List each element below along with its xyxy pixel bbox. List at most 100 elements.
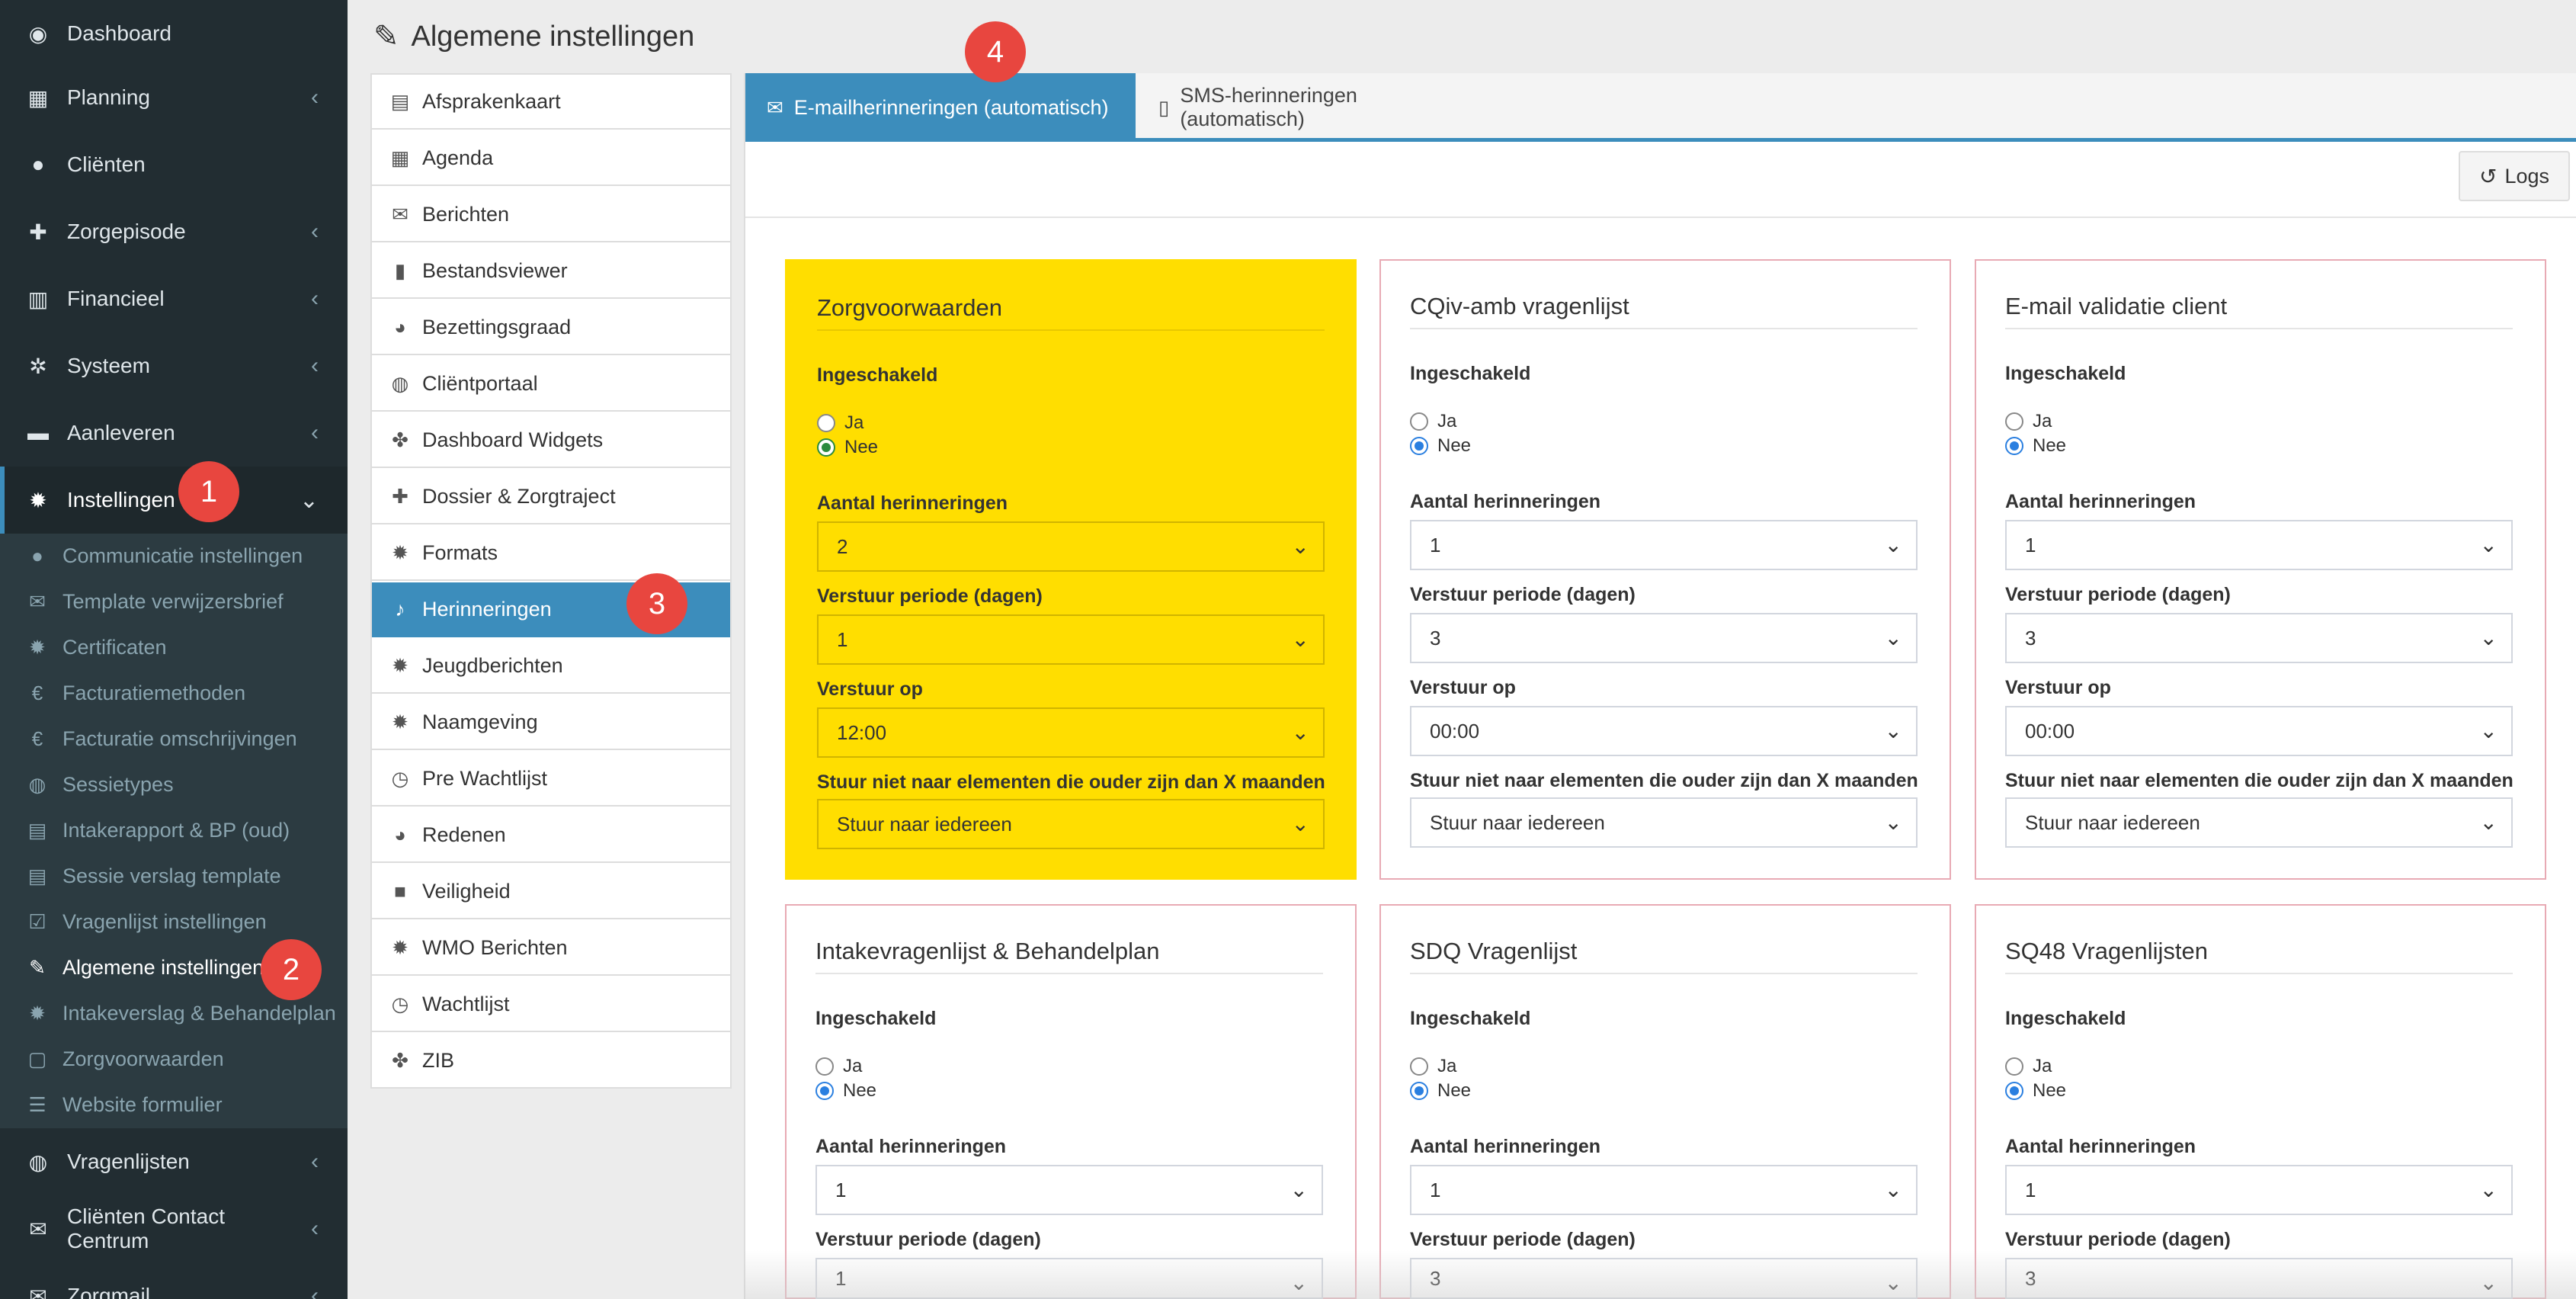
radio-circle[interactable] bbox=[1410, 1057, 1428, 1076]
radio-ja[interactable]: Ja bbox=[2005, 1055, 2052, 1078]
radio-circle[interactable] bbox=[1410, 412, 1428, 431]
count-select[interactable]: 1 ⌄ bbox=[1410, 1165, 1918, 1215]
count-select[interactable]: 2 ⌄ bbox=[817, 521, 1325, 572]
settings-item-wachtlijst[interactable]: ◷ Wachtlijst bbox=[372, 977, 730, 1032]
select-value: 1 bbox=[837, 627, 848, 651]
radio-circle[interactable] bbox=[815, 1057, 834, 1076]
radio-nee[interactable]: Nee bbox=[817, 436, 878, 459]
tab-sms-reminders[interactable]: ▯ SMS-herinneringen (automatisch) bbox=[1137, 73, 1503, 142]
subnav-item-template-verwijzersbrief[interactable]: ✉ Template verwijzersbrief bbox=[0, 579, 348, 624]
settings-item-agenda[interactable]: ▦ Agenda bbox=[372, 131, 730, 186]
radio-circle[interactable] bbox=[817, 414, 835, 432]
settings-item-label: Bestandsviewer bbox=[422, 258, 568, 282]
subnav-item-vragenlijst-instellingen[interactable]: ☑ Vragenlijst instellingen bbox=[0, 900, 348, 944]
sidebar-item-systeem[interactable]: ✲ Systeem ‹ bbox=[0, 332, 348, 399]
subnav-item-facturatie-omschrijvingen[interactable]: € Facturatie omschrijvingen bbox=[0, 717, 348, 761]
radio-nee[interactable]: Nee bbox=[1410, 1079, 1471, 1102]
radio-nee[interactable]: Nee bbox=[2005, 1079, 2066, 1102]
settings-item-bestandsviewer[interactable]: ▮ Bestandsviewer bbox=[372, 244, 730, 299]
radio-circle[interactable] bbox=[2005, 412, 2023, 431]
clock-icon: ◷ bbox=[391, 766, 409, 790]
count-select[interactable]: 1 ⌄ bbox=[2005, 1165, 2513, 1215]
radio-nee[interactable]: Nee bbox=[815, 1079, 876, 1102]
subnav-item-sessie-verslag-template[interactable]: ▤ Sessie verslag template bbox=[0, 854, 348, 898]
subnav-item-facturatiemethoden[interactable]: € Facturatiemethoden bbox=[0, 671, 348, 715]
reminder-card-cqiv-amb: CQiv-amb vragenlijst Ingeschakeld Ja Nee… bbox=[1379, 259, 1951, 880]
settings-item-formats[interactable]: ✹ Formats bbox=[372, 526, 730, 581]
sidebar-item-financieel[interactable]: ▥ Financieel ‹ bbox=[0, 265, 348, 332]
radio-circle[interactable] bbox=[815, 1082, 834, 1100]
settings-item-veiligheid[interactable]: ■ Veiligheid bbox=[372, 864, 730, 919]
radio-circle[interactable] bbox=[2005, 1057, 2023, 1076]
count-select[interactable]: 1 ⌄ bbox=[815, 1165, 1323, 1215]
cogs-icon: ✲ bbox=[29, 354, 47, 378]
tab-email-reminders[interactable]: ✉ E-mailherinneringen (automatisch) bbox=[745, 73, 1136, 142]
envelope-icon: ✉ bbox=[29, 1217, 47, 1241]
sidebar-item-instellingen[interactable]: ✹ Instellingen ⌄ bbox=[0, 467, 348, 534]
sidebar-item-planning[interactable]: ▦ Planning ‹ bbox=[0, 64, 348, 131]
radio-circle[interactable] bbox=[1410, 437, 1428, 455]
radio-circle[interactable] bbox=[2005, 437, 2023, 455]
sidebar-item-zorgmail[interactable]: ✉ Zorgmail ‹ bbox=[0, 1262, 348, 1299]
settings-item-pre-wachtlijst[interactable]: ◷ Pre Wachtlijst bbox=[372, 752, 730, 807]
radio-circle[interactable] bbox=[2005, 1082, 2023, 1100]
settings-item-dashboard-widgets[interactable]: ✤ Dashboard Widgets bbox=[372, 413, 730, 468]
subnav-item-website-formulier[interactable]: ☰ Website formulier bbox=[0, 1082, 348, 1127]
radio-ja[interactable]: Ja bbox=[1410, 1055, 1456, 1078]
page-title: Algemene instellingen bbox=[411, 20, 695, 53]
settings-item-bezettingsgraad[interactable]: ◕ Bezettingsgraad bbox=[372, 300, 730, 355]
settings-item-label: Dossier & Zorgtraject bbox=[422, 484, 616, 508]
settings-item-berichten[interactable]: ✉ Berichten bbox=[372, 188, 730, 242]
period-select[interactable]: 1 ⌄ bbox=[817, 614, 1325, 665]
calendar-icon: ▦ bbox=[390, 146, 410, 169]
period-label: Verstuur periode (dagen) bbox=[817, 585, 1043, 607]
sidebar-item-dashboard[interactable]: ◉ Dashboard bbox=[0, 0, 348, 67]
radio-ja[interactable]: Ja bbox=[2005, 410, 2052, 433]
radio-circle[interactable] bbox=[1410, 1082, 1428, 1100]
settings-item-zib[interactable]: ✤ ZIB bbox=[372, 1034, 730, 1089]
settings-item-naamgeving[interactable]: ✹ Naamgeving bbox=[372, 695, 730, 750]
sidebar-item-vragenlijsten[interactable]: ◍ Vragenlijsten ‹ bbox=[0, 1128, 348, 1195]
subnav-item-zorgvoorwaarden[interactable]: ▢ Zorgvoorwaarden bbox=[0, 1037, 348, 1081]
settings-item-afsprakenkaart[interactable]: ▤ Afsprakenkaart bbox=[372, 75, 730, 130]
subnav-item-certificaten[interactable]: ✹ Certificaten bbox=[0, 625, 348, 669]
radio-ja[interactable]: Ja bbox=[815, 1055, 862, 1078]
chevron-down-icon: ⌄ bbox=[1290, 1178, 1308, 1201]
send-at-select[interactable]: 12:00 ⌄ bbox=[817, 707, 1325, 758]
age-filter-select[interactable]: Stuur naar iedereen ⌄ bbox=[1410, 797, 1918, 848]
sidebar-item-label: Dashboard bbox=[67, 21, 171, 45]
age-filter-select[interactable]: Stuur naar iedereen ⌄ bbox=[817, 799, 1325, 849]
period-select[interactable]: 3 ⌄ bbox=[2005, 613, 2513, 663]
calendar-icon: ▦ bbox=[27, 85, 49, 110]
radio-ja[interactable]: Ja bbox=[817, 412, 863, 435]
subnav-item-communicatie-instellingen[interactable]: ● Communicatie instellingen bbox=[0, 534, 348, 578]
sidebar-item-zorgepisode[interactable]: ✚ Zorgepisode ‹ bbox=[0, 198, 348, 265]
settings-item-label: Berichten bbox=[422, 202, 510, 226]
count-select[interactable]: 1 ⌄ bbox=[2005, 520, 2513, 570]
count-select[interactable]: 1 ⌄ bbox=[1410, 520, 1918, 570]
radio-label: Nee bbox=[1437, 435, 1472, 456]
radio-ja[interactable]: Ja bbox=[1410, 410, 1456, 433]
settings-item-clientportaal[interactable]: ◍ Cliëntportaal bbox=[372, 357, 730, 412]
settings-item-wmo-berichten[interactable]: ✹ WMO Berichten bbox=[372, 921, 730, 976]
subnav-item-sessietypes[interactable]: ◍ Sessietypes bbox=[0, 762, 348, 807]
card-title: E-mail validatie client bbox=[2005, 293, 2228, 319]
settings-item-dossier-zorgtraject[interactable]: ✚ Dossier & Zorgtraject bbox=[372, 470, 730, 524]
send-at-select[interactable]: 00:00 ⌄ bbox=[2005, 706, 2513, 756]
radio-nee[interactable]: Nee bbox=[2005, 435, 2066, 457]
sidebar-item-clienten-contact-centrum[interactable]: ✉ Cliënten Contact Centrum ‹ bbox=[0, 1195, 348, 1262]
sidebar-item-label: Cliënten bbox=[67, 152, 146, 176]
radio-nee[interactable]: Nee bbox=[1410, 435, 1471, 457]
sidebar-item-aanleveren[interactable]: ▬ Aanleveren ‹ bbox=[0, 399, 348, 467]
settings-item-redenen[interactable]: ◕ Redenen bbox=[372, 808, 730, 863]
age-filter-select[interactable]: Stuur naar iedereen ⌄ bbox=[2005, 797, 2513, 848]
subnav-item-intakerapport[interactable]: ▤ Intakerapport & BP (oud) bbox=[0, 808, 348, 852]
logs-button[interactable]: ↺ Logs bbox=[2459, 151, 2570, 201]
dashboard-icon: ◉ bbox=[28, 21, 48, 46]
sidebar-item-clienten[interactable]: ● Cliënten bbox=[0, 131, 348, 198]
settings-item-jeugdberichten[interactable]: ✹ Jeugdberichten bbox=[372, 639, 730, 694]
radio-circle[interactable] bbox=[817, 438, 835, 457]
send-at-select[interactable]: 00:00 ⌄ bbox=[1410, 706, 1918, 756]
count-label: Aantal herinneringen bbox=[817, 492, 1008, 514]
period-select[interactable]: 3 ⌄ bbox=[1410, 613, 1918, 663]
